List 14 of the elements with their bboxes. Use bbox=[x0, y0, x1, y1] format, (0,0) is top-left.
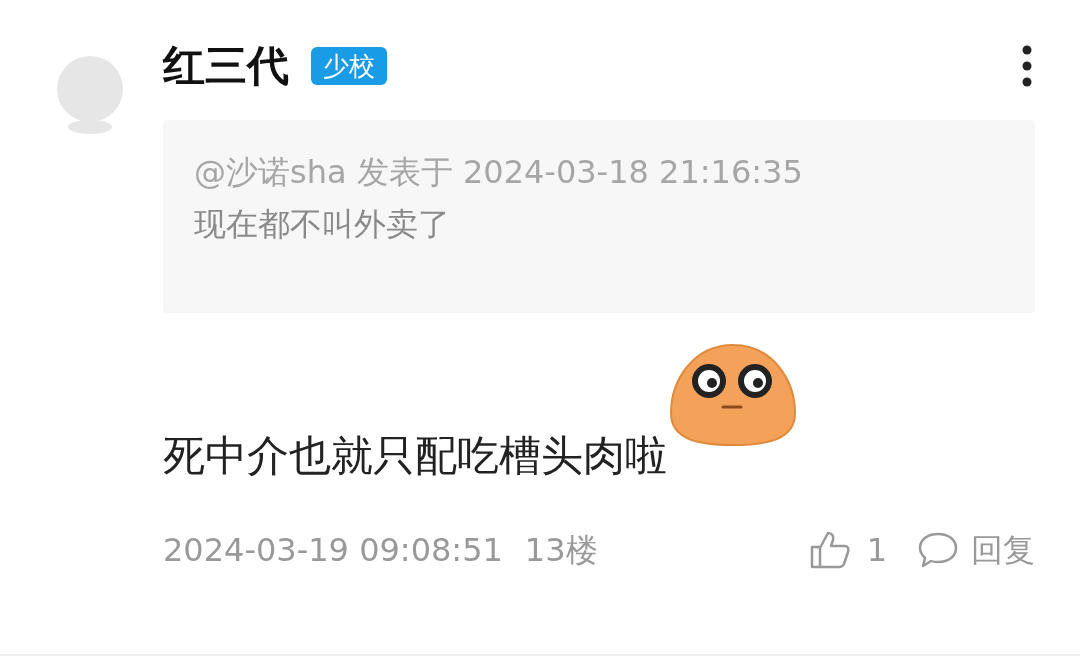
emoji-icon bbox=[669, 341, 797, 449]
reply-button[interactable]: 回复 bbox=[917, 531, 1035, 569]
floor-number: 13楼 bbox=[524, 534, 598, 566]
quote-meta: @沙诺sha 发表于 2024-03-18 21:16:35 bbox=[194, 156, 804, 188]
thumbs-up-icon bbox=[808, 530, 851, 570]
rank-badge: 少校 bbox=[311, 47, 387, 85]
quote-text: 现在都不叫外卖了 bbox=[194, 208, 451, 240]
speech-bubble-icon bbox=[917, 531, 959, 569]
more-options-icon[interactable] bbox=[1021, 45, 1033, 87]
quote-box[interactable]: @沙诺sha 发表于 2024-03-18 21:16:35 现在都不叫外卖了 bbox=[163, 120, 1035, 313]
comment-text: 死中介也就只配吃槽头肉啦 bbox=[163, 435, 667, 477]
user-name[interactable]: 红三代 bbox=[163, 45, 289, 87]
post-time: 2024-03-19 09:08:51 bbox=[163, 534, 503, 566]
like-button[interactable]: 1 bbox=[808, 530, 887, 570]
